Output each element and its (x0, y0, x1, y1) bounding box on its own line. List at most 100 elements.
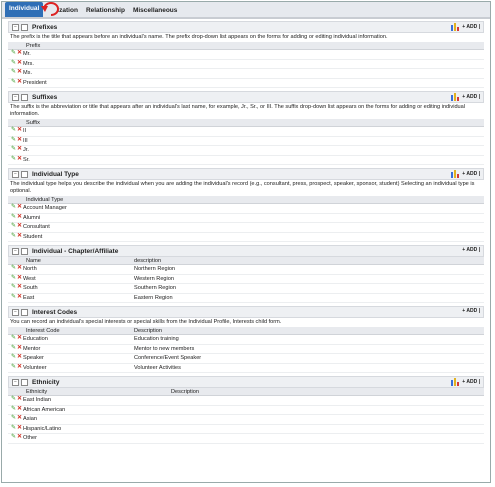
row-label: President (23, 79, 47, 86)
table-row[interactable]: ✎✕Mrs. (8, 59, 484, 69)
table-row[interactable]: ✎✕II (8, 126, 484, 137)
edit-icon[interactable]: ✎ (11, 434, 16, 440)
edit-icon[interactable]: ✎ (11, 137, 16, 143)
delete-icon[interactable]: ✕ (17, 223, 22, 229)
cell-name: ✎✕Consultant (8, 222, 484, 233)
table-row[interactable]: ✎✕East Indian (8, 395, 484, 406)
delete-icon[interactable]: ✕ (17, 434, 22, 440)
table-row[interactable]: ✎✕Volunteer Volunteer Activities (8, 363, 484, 373)
edit-icon[interactable]: ✎ (11, 223, 16, 229)
row-label: Jr. (23, 147, 29, 154)
bar-chart-icon[interactable] (451, 23, 460, 31)
table-row[interactable]: ✎✕African American (8, 405, 484, 415)
delete-icon[interactable]: ✕ (17, 137, 22, 143)
edit-icon[interactable]: ✎ (11, 146, 16, 152)
collapse-icon[interactable]: − (12, 308, 19, 316)
delete-icon[interactable]: ✕ (17, 204, 22, 210)
edit-icon[interactable]: ✎ (11, 415, 16, 421)
edit-icon[interactable]: ✎ (11, 233, 16, 239)
edit-icon[interactable]: ✎ (11, 204, 16, 210)
edit-icon[interactable]: ✎ (11, 396, 16, 402)
table-row[interactable]: ✎✕Alumni (8, 213, 484, 223)
collapse-icon[interactable]: − (12, 170, 19, 178)
delete-icon[interactable]: ✕ (17, 60, 22, 66)
row-label: Education (23, 336, 48, 343)
edit-icon[interactable]: ✎ (11, 364, 16, 370)
edit-icon[interactable]: ✎ (11, 284, 16, 290)
add-button[interactable]: + ADD | (462, 24, 480, 30)
add-button[interactable]: + ADD | (462, 247, 480, 253)
delete-icon[interactable]: ✕ (17, 79, 22, 85)
delete-icon[interactable]: ✕ (17, 335, 22, 341)
add-button[interactable]: + ADD | (462, 308, 480, 314)
table-row[interactable]: ✎✕Mr. (8, 49, 484, 60)
table-row[interactable]: ✎✕North Northern Region (8, 264, 484, 275)
edit-icon[interactable]: ✎ (11, 69, 16, 75)
delete-icon[interactable]: ✕ (17, 127, 22, 133)
collapse-icon[interactable]: − (12, 378, 19, 386)
table-row[interactable]: ✎✕Sr. (8, 155, 484, 165)
data-table: Ethnicity Description ✎✕East Indian ✎✕Afric… (8, 388, 484, 444)
delete-icon[interactable]: ✕ (17, 425, 22, 431)
add-button[interactable]: + ADD | (462, 171, 480, 177)
edit-icon[interactable]: ✎ (11, 60, 16, 66)
table-row[interactable]: ✎✕East Eastern Region (8, 293, 484, 303)
table-row[interactable]: ✎✕South Southern Region (8, 283, 484, 294)
edit-icon[interactable]: ✎ (11, 354, 16, 360)
delete-icon[interactable]: ✕ (17, 415, 22, 421)
collapse-icon[interactable]: − (12, 23, 19, 31)
edit-icon[interactable]: ✎ (11, 335, 16, 341)
tab-miscellaneous[interactable]: Miscellaneous (129, 4, 181, 17)
delete-icon[interactable]: ✕ (17, 364, 22, 370)
add-button[interactable]: + ADD | (462, 94, 480, 100)
delete-icon[interactable]: ✕ (17, 275, 22, 281)
edit-icon[interactable]: ✎ (11, 406, 16, 412)
delete-icon[interactable]: ✕ (17, 233, 22, 239)
column-header: Name (8, 257, 131, 265)
table-row[interactable]: ✎✕Account Manager (8, 203, 484, 214)
edit-icon[interactable]: ✎ (11, 214, 16, 220)
delete-icon[interactable]: ✕ (17, 156, 22, 162)
table-row[interactable]: ✎✕Speaker Conference/Event Speaker (8, 353, 484, 364)
edit-icon[interactable]: ✎ (11, 425, 16, 431)
collapse-icon[interactable]: − (12, 247, 19, 255)
table-row[interactable]: ✎✕Asian (8, 414, 484, 425)
delete-icon[interactable]: ✕ (17, 294, 22, 300)
bar-chart-icon[interactable] (451, 93, 460, 101)
add-button[interactable]: + ADD | (462, 379, 480, 385)
delete-icon[interactable]: ✕ (17, 284, 22, 290)
delete-icon[interactable]: ✕ (17, 354, 22, 360)
table-row[interactable]: ✎✕Student (8, 232, 484, 242)
delete-icon[interactable]: ✕ (17, 265, 22, 271)
table-row[interactable]: ✎✕III (8, 136, 484, 146)
tab-relationship[interactable]: Relationship (82, 4, 129, 17)
edit-icon[interactable]: ✎ (11, 50, 16, 56)
edit-icon[interactable]: ✎ (11, 127, 16, 133)
table-row[interactable]: ✎✕Other (8, 433, 484, 444)
bar-chart-icon[interactable] (451, 378, 460, 386)
delete-icon[interactable]: ✕ (17, 146, 22, 152)
edit-icon[interactable]: ✎ (11, 275, 16, 281)
delete-icon[interactable]: ✕ (17, 214, 22, 220)
delete-icon[interactable]: ✕ (17, 345, 22, 351)
delete-icon[interactable]: ✕ (17, 406, 22, 412)
table-row[interactable]: ✎✕Education Education training (8, 334, 484, 345)
table-row[interactable]: ✎✕Ms. (8, 68, 484, 79)
delete-icon[interactable]: ✕ (17, 69, 22, 75)
edit-icon[interactable]: ✎ (11, 294, 16, 300)
table-row[interactable]: ✎✕Mentor Mentor to new members (8, 344, 484, 354)
table-row[interactable]: ✎✕West Western Region (8, 274, 484, 284)
tab-individual[interactable]: Individual (5, 2, 44, 17)
edit-icon[interactable]: ✎ (11, 265, 16, 271)
edit-icon[interactable]: ✎ (11, 79, 16, 85)
bar-chart-icon[interactable] (451, 170, 460, 178)
table-row[interactable]: ✎✕Consultant (8, 222, 484, 233)
edit-icon[interactable]: ✎ (11, 345, 16, 351)
delete-icon[interactable]: ✕ (17, 396, 22, 402)
collapse-icon[interactable]: − (12, 93, 19, 101)
table-row[interactable]: ✎✕Jr. (8, 145, 484, 156)
edit-icon[interactable]: ✎ (11, 156, 16, 162)
delete-icon[interactable]: ✕ (17, 50, 22, 56)
table-row[interactable]: ✎✕President (8, 78, 484, 88)
table-row[interactable]: ✎✕Hispanic/Latino (8, 424, 484, 434)
